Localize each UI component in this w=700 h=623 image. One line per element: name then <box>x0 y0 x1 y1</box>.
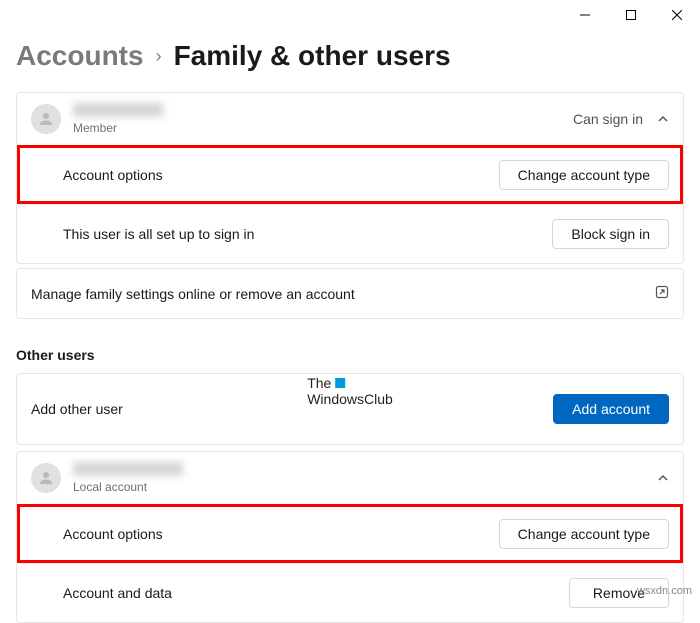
account-options-label: Account options <box>63 167 163 183</box>
avatar <box>31 104 61 134</box>
close-icon <box>672 10 682 20</box>
chevron-up-icon <box>657 472 669 484</box>
attribution: wsxdn.com <box>637 585 692 597</box>
user-name <box>73 103 163 117</box>
family-user-header[interactable]: Member Can sign in <box>17 93 683 145</box>
signin-row: This user is all set up to sign in Block… <box>17 204 683 263</box>
user-info: Local account <box>73 462 657 494</box>
person-icon <box>37 469 55 487</box>
person-icon <box>37 110 55 128</box>
add-account-button[interactable]: Add account <box>553 394 669 424</box>
account-options-row: Account options Change account type <box>17 504 683 563</box>
breadcrumb: Accounts › Family & other users <box>16 40 684 72</box>
change-account-type-button[interactable]: Change account type <box>499 519 669 549</box>
local-user-card: Local account Account options Change acc… <box>16 451 684 623</box>
chevron-up-icon <box>657 113 669 125</box>
manage-family-link[interactable]: Manage family settings online or remove … <box>16 268 684 319</box>
user-name <box>73 462 183 476</box>
account-data-row: Account and data Remove <box>17 563 683 622</box>
minimize-icon <box>580 10 590 20</box>
add-other-user-label: Add other user <box>31 401 123 417</box>
family-user-card: Member Can sign in Account options Chang… <box>16 92 684 264</box>
add-other-user-row: Add other user Add account <box>16 373 684 445</box>
account-options-label: Account options <box>63 526 163 542</box>
user-role: Local account <box>73 480 147 494</box>
page-title: Family & other users <box>174 40 451 72</box>
chevron-right-icon: › <box>156 46 162 67</box>
block-signin-button[interactable]: Block sign in <box>552 219 669 249</box>
breadcrumb-parent[interactable]: Accounts <box>16 40 144 72</box>
external-link-icon <box>655 285 669 302</box>
change-account-type-button[interactable]: Change account type <box>499 160 669 190</box>
user-info: Member <box>73 103 573 135</box>
window-controls <box>562 0 700 30</box>
manage-family-label: Manage family settings online or remove … <box>31 286 355 302</box>
avatar <box>31 463 61 493</box>
signin-info-label: This user is all set up to sign in <box>63 226 254 242</box>
account-data-label: Account and data <box>63 585 172 601</box>
close-button[interactable] <box>654 0 700 30</box>
signin-status: Can sign in <box>573 111 643 127</box>
minimize-button[interactable] <box>562 0 608 30</box>
maximize-icon <box>626 10 636 20</box>
other-users-heading: Other users <box>16 347 684 363</box>
local-user-header[interactable]: Local account <box>17 452 683 504</box>
maximize-button[interactable] <box>608 0 654 30</box>
user-role: Member <box>73 121 117 135</box>
account-options-row: Account options Change account type <box>17 145 683 204</box>
